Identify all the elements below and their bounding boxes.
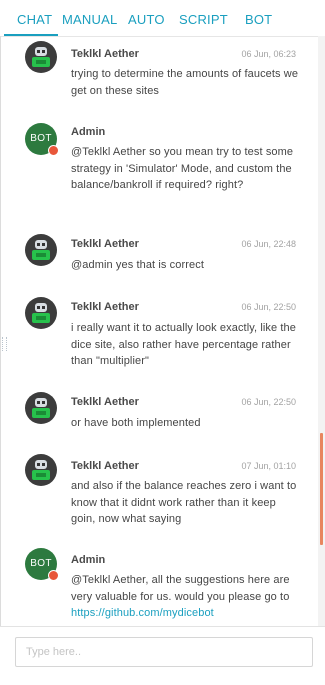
message-text: @Teklkl Aether, all the suggestions here… bbox=[71, 572, 299, 622]
github-link[interactable]: https://github.com/mydicebot bbox=[71, 607, 214, 619]
message-author: Teklkl Aether bbox=[71, 460, 139, 472]
message-time: 06 Jun, 22:48 bbox=[241, 239, 296, 249]
message-author: Teklkl Aether bbox=[71, 238, 139, 250]
message-time: 06 Jun, 22:50 bbox=[241, 397, 296, 407]
message-author: Admin bbox=[71, 126, 106, 138]
message-time: 07 Jun, 01:10 bbox=[241, 461, 296, 471]
robot-avatar-icon bbox=[25, 297, 57, 329]
scrollbar[interactable] bbox=[318, 36, 325, 626]
message-author: Teklkl Aether bbox=[71, 301, 139, 313]
bot-avatar-icon: BOT bbox=[25, 548, 59, 581]
message-text: or have both implemented bbox=[71, 417, 201, 429]
tab-manual[interactable]: MANUAL bbox=[62, 12, 117, 27]
message-text-body: @Teklkl Aether, all the suggestions here… bbox=[71, 574, 290, 603]
robot-avatar-icon bbox=[25, 41, 57, 73]
tab-script[interactable]: SCRIPT bbox=[179, 12, 228, 27]
robot-avatar-icon bbox=[25, 234, 57, 266]
message-text: i really want it to actually look exactl… bbox=[71, 322, 296, 367]
tab-auto[interactable]: AUTO bbox=[128, 12, 165, 27]
robot-avatar-icon bbox=[25, 392, 57, 424]
message-time: 06 Jun, 22:50 bbox=[241, 302, 296, 312]
message-time: 06 Jun, 06:23 bbox=[241, 49, 296, 59]
tab-bot[interactable]: BOT bbox=[245, 12, 272, 27]
message-text: @Teklkl Aether so you mean try to test s… bbox=[71, 146, 294, 191]
status-dot-icon bbox=[48, 570, 59, 581]
message-author: Teklkl Aether bbox=[71, 396, 139, 408]
bot-avatar-label: BOT bbox=[30, 558, 52, 569]
chat-input-area bbox=[0, 626, 325, 685]
message-text: and also if the balance reaches zero i w… bbox=[71, 480, 297, 525]
bot-avatar-label: BOT bbox=[30, 133, 52, 144]
message-text: @admin yes that is correct bbox=[71, 259, 204, 271]
message-author: Teklkl Aether bbox=[71, 48, 139, 60]
chat-message-input[interactable] bbox=[15, 637, 313, 667]
scrollbar-thumb[interactable] bbox=[320, 433, 323, 545]
robot-avatar-icon bbox=[25, 454, 57, 486]
message-list: Teklkl Aether 06 Jun, 06:23 trying to de… bbox=[0, 36, 318, 626]
message-text: trying to determine the amounts of fauce… bbox=[71, 68, 299, 97]
tab-bar: CHAT MANUAL AUTO SCRIPT BOT bbox=[0, 0, 325, 37]
status-dot-icon bbox=[48, 145, 59, 156]
tab-chat[interactable]: CHAT bbox=[17, 12, 52, 27]
bot-avatar-icon: BOT bbox=[25, 123, 59, 156]
message-author: Admin bbox=[71, 554, 106, 566]
